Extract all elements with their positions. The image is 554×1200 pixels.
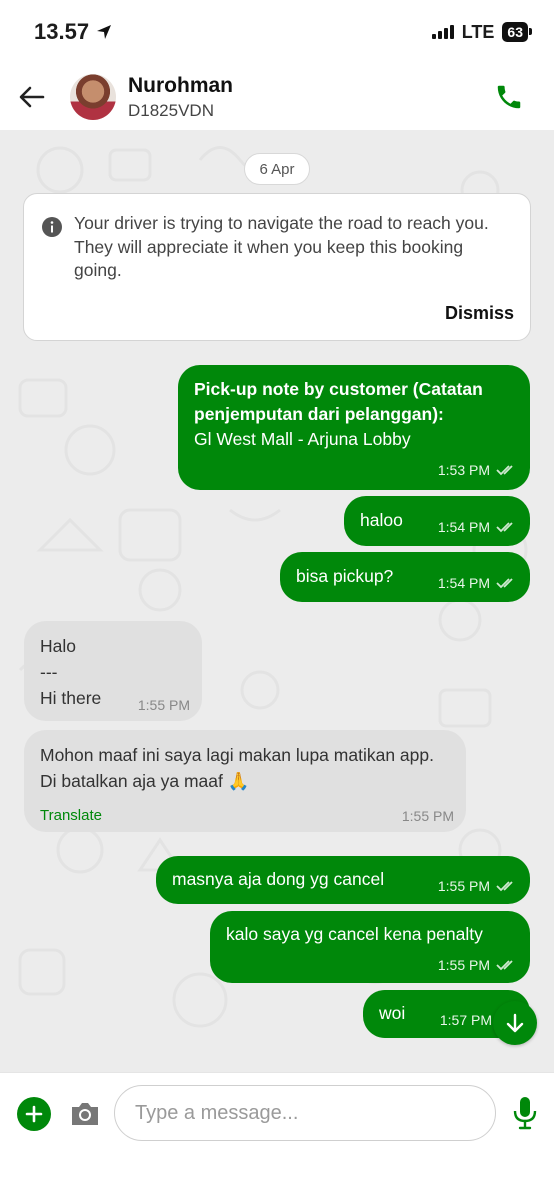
message-bubble-outgoing[interactable]: kalo saya yg cancel kena penalty 1:55 PM (210, 911, 530, 983)
message-meta: 1:54 PM (438, 575, 516, 591)
message-bubble-incoming[interactable]: Mohon maaf ini saya lagi makan lupa mati… (24, 730, 466, 832)
message-meta: 1:55 PM (438, 957, 516, 973)
read-check-icon (496, 522, 513, 533)
notice-text: Your driver is trying to navigate the ro… (74, 213, 489, 280)
read-check-icon (496, 578, 513, 589)
network-label: LTE (461, 21, 495, 42)
driver-notice-card: Your driver is trying to navigate the ro… (23, 193, 531, 341)
chat-header: Nurohman D1825VDN (0, 64, 554, 130)
camera-button[interactable] (69, 1099, 101, 1129)
contact-name: Nurohman (128, 73, 233, 97)
message-line: --- (40, 662, 58, 682)
message-text: kalo saya yg cancel kena penalty (226, 924, 483, 944)
message-time: 1:55 PM (137, 697, 190, 713)
camera-icon (72, 1103, 98, 1125)
back-arrow-icon (19, 86, 45, 108)
message-bubble-outgoing[interactable]: bisa pickup? 1:54 PM (280, 552, 530, 602)
call-button[interactable] (494, 82, 526, 114)
read-check-icon (496, 960, 513, 971)
microphone-button[interactable] (512, 1095, 538, 1131)
status-right: LTE 63 (431, 21, 532, 43)
scroll-to-bottom-button[interactable] (493, 1001, 537, 1045)
contact-info: Nurohman D1825VDN (128, 74, 233, 121)
message-time: 1:54 PM (437, 519, 490, 535)
dismiss-button[interactable]: Dismiss (445, 303, 514, 324)
status-left: 13.57 (34, 19, 113, 45)
location-arrow-icon (97, 25, 112, 39)
vehicle-plate: D1825VDN (128, 100, 214, 120)
message-meta: 1:55 PM (138, 697, 190, 713)
message-time: 1:55 PM (437, 957, 490, 973)
message-meta: 1:54 PM (438, 519, 516, 535)
message-time: 1:57 PM (439, 1012, 492, 1028)
message-input[interactable] (114, 1085, 496, 1141)
message-time: 1:55 PM (437, 878, 490, 894)
message-meta: 1:53 PM (438, 462, 516, 478)
translate-link[interactable]: Translate (40, 807, 102, 824)
read-check-icon (496, 881, 513, 892)
message-time: 1:55 PM (401, 808, 454, 824)
date-chip: 6 Apr (244, 153, 310, 185)
message-meta: 1:57 PM (440, 1012, 492, 1028)
status-time: 13.57 (34, 19, 90, 44)
avatar[interactable] (70, 74, 116, 120)
phone-icon (497, 85, 521, 109)
message-bubble-incoming[interactable]: Halo --- Hi there 1:55 PM (24, 621, 202, 721)
microphone-icon (513, 1097, 537, 1130)
read-check-icon (496, 465, 513, 476)
message-line: Halo (40, 636, 76, 656)
message-time: 1:53 PM (437, 462, 490, 478)
pickup-note-title: Pick-up note by customer (Catatan penjem… (194, 379, 483, 424)
message-text: Gl West Mall - Arjuna Lobby (194, 429, 411, 449)
battery-icon: 63 (502, 22, 532, 42)
attach-button[interactable] (17, 1097, 51, 1131)
message-text: Mohon maaf ini saya lagi makan lupa mati… (40, 745, 434, 791)
status-bar: 13.57 LTE 63 (0, 0, 554, 64)
info-icon (42, 217, 62, 237)
back-button[interactable] (4, 69, 60, 125)
message-bubble-outgoing[interactable]: Pick-up note by customer (Catatan penjem… (178, 365, 530, 490)
message-meta: 1:55 PM (402, 808, 454, 824)
plus-icon (25, 1105, 43, 1123)
message-bubble-outgoing[interactable]: masnya aja dong yg cancel 1:55 PM (156, 856, 530, 904)
chat-area[interactable]: 6 Apr Your driver is trying to navigate … (0, 130, 554, 1072)
arrow-down-icon (506, 1013, 524, 1033)
message-bubble-outgoing[interactable]: haloo 1:54 PM (344, 496, 530, 546)
message-composer (0, 1072, 554, 1200)
message-time: 1:54 PM (437, 575, 490, 591)
signal-icon (431, 25, 454, 39)
message-meta: 1:55 PM (438, 878, 516, 894)
